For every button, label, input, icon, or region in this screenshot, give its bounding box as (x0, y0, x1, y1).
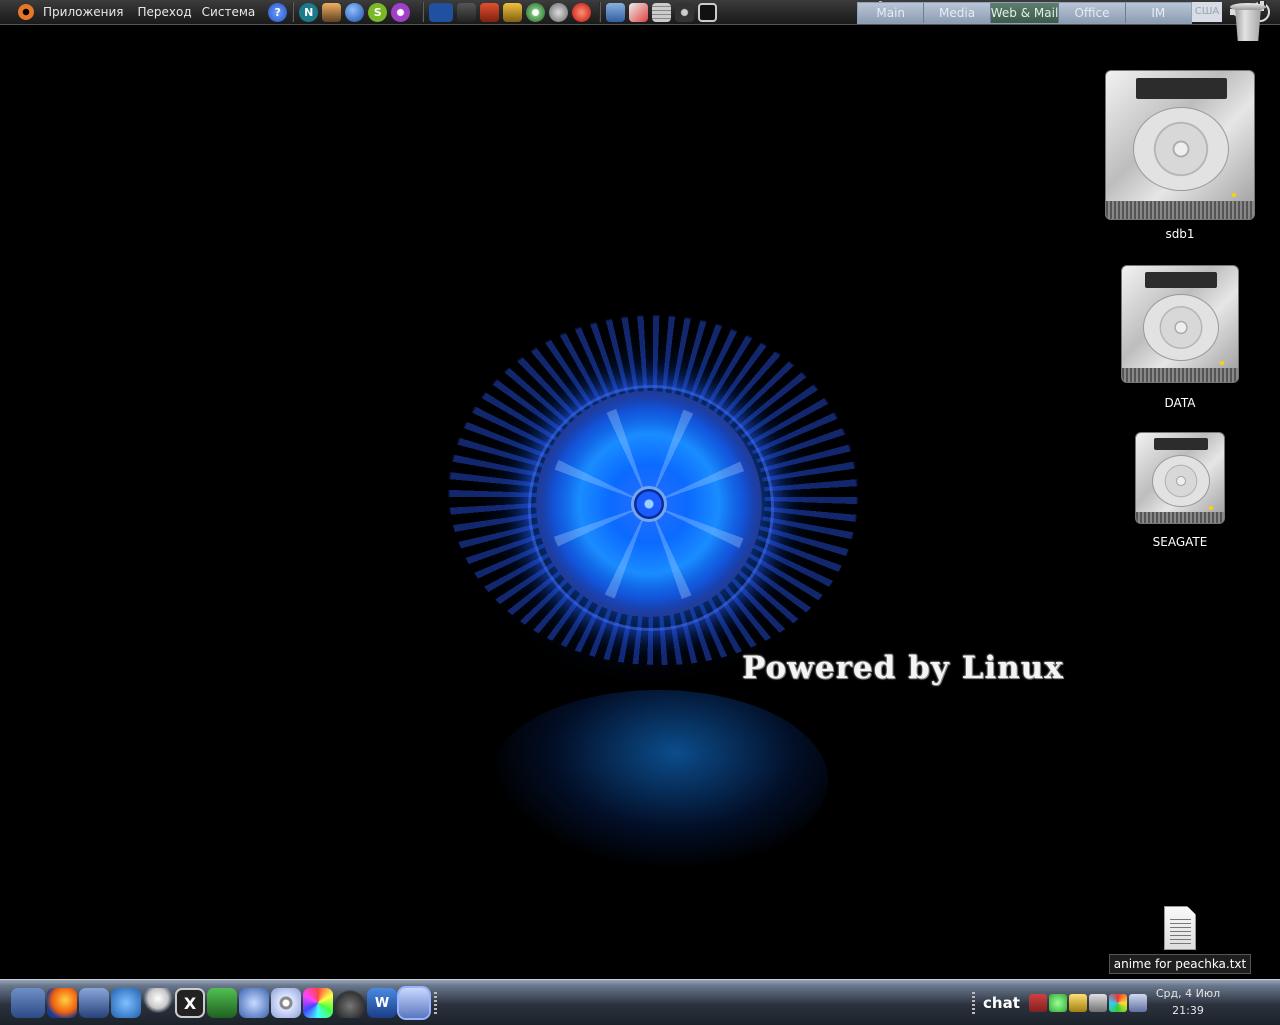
feather-icon[interactable] (1088, 994, 1107, 1012)
clock[interactable]: Срд, 4 Июл 21:39 (1150, 985, 1226, 1019)
calculator-icon[interactable] (652, 2, 672, 22)
network-icon[interactable] (1128, 994, 1147, 1012)
text-file-icon (1164, 906, 1196, 950)
panel-drag-handle[interactable] (972, 992, 975, 1014)
firefox-icon[interactable] (47, 988, 77, 1018)
launcher-dock: X W (10, 986, 441, 1020)
wallpaper-caption: Powered by Linux (742, 650, 1064, 686)
chat-logo-icon[interactable]: chat (979, 984, 1024, 1019)
hard-drive-icon (1105, 70, 1255, 220)
hard-drive-icon (1121, 265, 1239, 383)
graphics-edit-icon[interactable] (629, 2, 649, 22)
x-icon[interactable]: X (175, 988, 205, 1018)
camera-icon[interactable] (675, 2, 695, 22)
wallpaper-fan-graphic (438, 295, 868, 695)
desktop-icon-seagate[interactable]: SEAGATE (1130, 432, 1230, 549)
panel-separator (422, 2, 425, 22)
movie-maker-icon[interactable] (503, 2, 523, 22)
workspace-web-mail[interactable]: Web & Mail (990, 3, 1060, 23)
main-menu-bar: Приложения Переход Система ? N S (0, 0, 886, 24)
users-icon[interactable] (1068, 994, 1087, 1012)
desktop-icon-label: SEAGATE (1152, 535, 1208, 549)
download-icon[interactable] (207, 988, 237, 1018)
screenshot-icon[interactable] (606, 2, 626, 22)
clock-time: 21:39 (1172, 1004, 1204, 1017)
menu-system[interactable]: Система (197, 0, 261, 24)
top-panel: Приложения Переход Система ? N S Main Me… (0, 0, 1280, 25)
cd-icon[interactable] (271, 988, 301, 1018)
system-tray: chat (968, 984, 1148, 1019)
desktop-file-label: anime for peachka.txt (1108, 954, 1252, 974)
film-reel-icon[interactable] (549, 2, 569, 22)
skype-icon[interactable]: S (368, 2, 388, 22)
gimp-icon[interactable] (335, 988, 365, 1018)
bottom-panel: X W chat Срд, 4 Июл 21:39 (0, 979, 1280, 1025)
terminal-icon[interactable] (698, 2, 718, 22)
workspace-main[interactable]: Main (858, 3, 925, 23)
keyboard-layout-indicator[interactable]: США (1192, 2, 1222, 22)
bulb-icon[interactable] (143, 988, 173, 1018)
menu-applications[interactable]: Приложения (38, 0, 129, 24)
inkscape-icon[interactable] (322, 2, 342, 22)
email-icon[interactable] (79, 988, 109, 1018)
workspace-im[interactable]: IM (1126, 3, 1191, 23)
panel-separator (292, 2, 295, 22)
firefox-red-icon[interactable] (572, 2, 592, 22)
desktop-icon-data[interactable]: DATA (1120, 265, 1240, 410)
thunderbird-icon[interactable] (239, 988, 269, 1018)
workspace-media[interactable]: Media (924, 3, 991, 23)
fan-hub (631, 486, 667, 522)
ring-icon[interactable] (1108, 994, 1127, 1012)
wallpaper-reflection (488, 690, 828, 870)
pointer-icon[interactable] (399, 988, 429, 1018)
media-player-icon[interactable] (391, 2, 411, 22)
panel-drag-handle[interactable] (434, 992, 437, 1014)
workspace-office[interactable]: Office (1059, 3, 1126, 23)
panel-separator (599, 2, 602, 22)
google-earth-icon[interactable] (345, 2, 365, 22)
network-monitor-icon[interactable] (1028, 994, 1047, 1012)
desktop-icon-label: sdb1 (1165, 227, 1195, 241)
desktop-icon-sdb1[interactable]: sdb1 (1103, 70, 1257, 241)
desktop-file-anime[interactable]: anime for peachka.txt (1108, 906, 1252, 974)
messenger-icon[interactable] (111, 988, 141, 1018)
ubuntu-logo-icon[interactable] (18, 4, 34, 20)
help-icon[interactable]: ? (268, 2, 288, 22)
hard-drive-icon (1135, 432, 1225, 524)
image-viewer-icon[interactable] (480, 2, 500, 22)
menu-places[interactable]: Переход (133, 0, 197, 24)
color-picker-icon[interactable] (303, 988, 333, 1018)
video-editor-icon[interactable] (457, 2, 477, 22)
desktop-icon-label: DATA (1164, 396, 1196, 410)
people-icon[interactable] (1048, 994, 1067, 1012)
trash-lid (1230, 3, 1266, 11)
text-editor-icon[interactable] (429, 2, 454, 22)
clock-date: Срд, 4 Июл (1155, 987, 1221, 1000)
workspace-switcher: Main Media Web & Mail Office IM (857, 2, 1192, 24)
disc-burner-icon[interactable] (526, 2, 546, 22)
nero-icon[interactable]: N (299, 2, 319, 22)
writer-icon[interactable]: W (367, 988, 397, 1018)
show-desktop-icon[interactable] (11, 988, 45, 1018)
